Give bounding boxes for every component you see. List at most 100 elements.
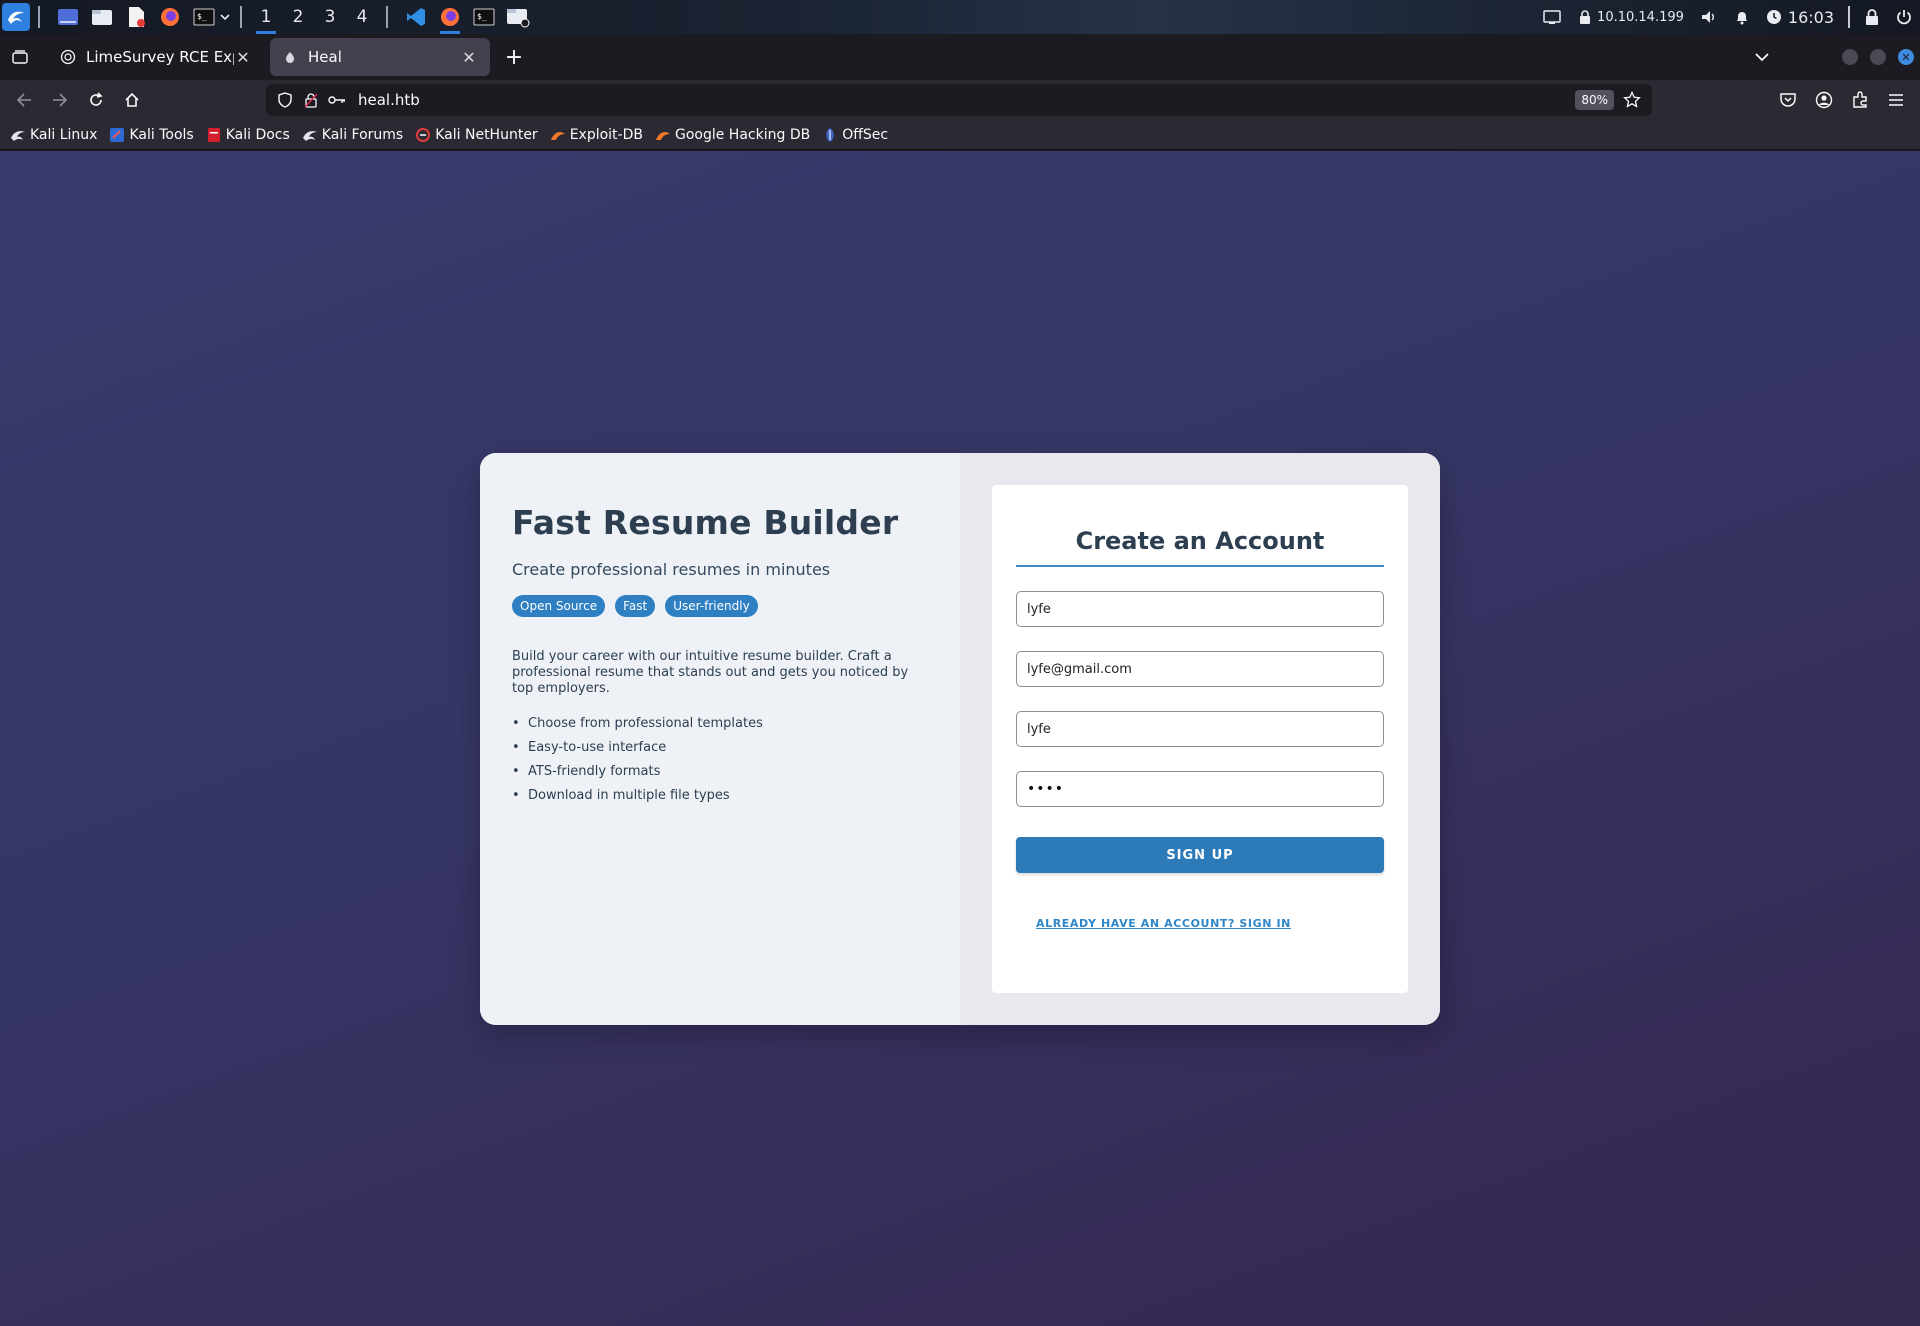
- clock-icon: [1758, 0, 1786, 34]
- list-item: • Easy-to-use interface: [512, 739, 667, 755]
- shield-icon[interactable]: [274, 89, 296, 111]
- svg-text:$_: $_: [197, 12, 207, 21]
- email-input[interactable]: lyfe@gmail.com: [1016, 651, 1384, 687]
- bookmark-kali-nethunter[interactable]: Kali NetHunter: [415, 127, 538, 143]
- bookmark-label: Google Hacking DB: [674, 126, 811, 143]
- signup-card: Fast Resume Builder Create professional …: [480, 453, 1440, 1025]
- kali-dragon-icon: [302, 127, 318, 143]
- terminal-window-icon[interactable]: $_: [470, 3, 498, 31]
- taskbar-separator: [386, 6, 388, 28]
- close-tab-icon[interactable]: ✕: [460, 48, 478, 67]
- clock-time[interactable]: 16:03: [1786, 0, 1842, 34]
- bookmark-kali-linux[interactable]: Kali Linux: [10, 127, 97, 143]
- offsec-icon: [822, 127, 838, 143]
- feature-list: • Choose from professional templates • Eas…: [512, 711, 928, 807]
- vpn-ip-address: 10.10.14.199: [1597, 9, 1684, 25]
- notifications-bell-icon[interactable]: [1726, 0, 1758, 34]
- display-icon[interactable]: [1535, 0, 1569, 34]
- vpn-lock-icon[interactable]: [1569, 0, 1597, 34]
- exploit-db-icon: [550, 127, 566, 143]
- browser-navigation-bar: heal.htb 80%: [0, 80, 1920, 120]
- new-tab-button[interactable]: +: [498, 41, 530, 73]
- fullname-input[interactable]: lyfe: [1016, 591, 1384, 627]
- url-text[interactable]: heal.htb: [358, 91, 420, 109]
- lock-screen-icon[interactable]: [1856, 0, 1888, 34]
- hamburger-menu-icon[interactable]: [1878, 82, 1914, 118]
- tab-title: LimeSurvey RCE Exploit: [86, 48, 234, 66]
- kali-menu-icon[interactable]: [2, 3, 30, 31]
- account-icon[interactable]: [1806, 82, 1842, 118]
- list-all-tabs-icon[interactable]: [1742, 34, 1782, 80]
- tab-heal[interactable]: Heal ✕: [270, 38, 490, 76]
- maximize-window-button[interactable]: [1870, 49, 1886, 65]
- feature-text: Easy-to-use interface: [528, 739, 667, 755]
- browser-tab-strip: LimeSurvey RCE Exploit ✕ Heal ✕ + ✕: [0, 34, 1920, 80]
- back-button[interactable]: [6, 84, 42, 116]
- feature-tags: Open Source Fast User-friendly: [512, 595, 928, 617]
- signup-form: Create an Account lyfe lyfe@gmail.com ly…: [992, 485, 1408, 993]
- hero-panel: Fast Resume Builder Create professional …: [480, 453, 960, 1025]
- hero-title: Fast Resume Builder: [512, 503, 899, 542]
- feature-text: ATS-friendly formats: [528, 763, 661, 779]
- taskbar-separator: [38, 6, 40, 28]
- minimize-window-button[interactable]: [1842, 49, 1858, 65]
- desktop-taskbar: $_ 1 2 3 4 $_ 10.10.14.199 16:03: [0, 0, 1920, 34]
- extensions-icon[interactable]: [1842, 82, 1878, 118]
- password-input[interactable]: ••••: [1016, 771, 1384, 807]
- tag-fast: Fast: [615, 595, 656, 617]
- bookmark-label: Kali Forums: [321, 126, 404, 143]
- kali-dragon-icon: [10, 127, 26, 143]
- terminal-launcher-icon[interactable]: $_: [190, 3, 218, 31]
- heal-favicon-icon: [282, 49, 298, 65]
- workspace-2[interactable]: 2: [282, 0, 314, 34]
- globe-icon: [60, 49, 76, 65]
- form-title: Create an Account: [1075, 527, 1325, 555]
- file-manager-icon[interactable]: [88, 3, 116, 31]
- tab-title: Heal: [308, 48, 342, 66]
- home-button[interactable]: [114, 84, 150, 116]
- forward-button[interactable]: [42, 84, 78, 116]
- show-desktop-icon[interactable]: [54, 3, 82, 31]
- firefox-launcher-icon[interactable]: [156, 3, 184, 31]
- reload-button[interactable]: [78, 84, 114, 116]
- insecure-lock-icon[interactable]: [300, 89, 322, 111]
- taskbar-separator: [1848, 6, 1850, 28]
- bookmark-label: OffSec: [842, 126, 889, 143]
- file-manager-window-icon[interactable]: [504, 3, 532, 31]
- bookmark-kali-tools[interactable]: Kali Tools: [109, 127, 194, 143]
- bookmark-label: Kali Docs: [225, 126, 290, 143]
- sign-in-link[interactable]: ALREADY HAVE AN ACCOUNT? SIGN IN: [1036, 917, 1384, 930]
- bookmark-exploit-db[interactable]: Exploit-DB: [550, 127, 643, 143]
- list-item: • Choose from professional templates: [512, 715, 763, 731]
- power-icon[interactable]: [1888, 0, 1920, 34]
- hero-intro-text: Build your career with our intuitive res…: [512, 649, 909, 696]
- bookmark-google-hacking-db[interactable]: Google Hacking DB: [655, 127, 810, 143]
- close-tab-icon[interactable]: ✕: [234, 48, 252, 67]
- vscode-icon[interactable]: [402, 3, 430, 31]
- pocket-icon[interactable]: [1770, 82, 1806, 118]
- bookmark-star-icon[interactable]: [1620, 88, 1644, 112]
- zoom-level-badge[interactable]: 80%: [1575, 90, 1614, 110]
- username-input[interactable]: lyfe: [1016, 711, 1384, 747]
- chevron-down-icon[interactable]: [218, 3, 232, 31]
- bookmark-label: Exploit-DB: [569, 126, 643, 143]
- workspace-4[interactable]: 4: [346, 0, 378, 34]
- kali-tools-icon: [109, 127, 125, 143]
- sign-up-button[interactable]: SIGN UP: [1016, 837, 1384, 873]
- workspace-3[interactable]: 3: [314, 0, 346, 34]
- url-bar[interactable]: heal.htb 80%: [266, 84, 1652, 116]
- list-item: • Download in multiple file types: [512, 787, 730, 803]
- firefox-view-icon[interactable]: [0, 34, 40, 80]
- close-window-button[interactable]: ✕: [1898, 49, 1914, 65]
- firefox-window-icon[interactable]: [436, 3, 464, 34]
- key-icon[interactable]: [326, 89, 348, 111]
- bookmarks-toolbar: Kali Linux Kali Tools Kali Docs Kali For…: [0, 120, 1920, 150]
- bookmark-kali-forums[interactable]: Kali Forums: [302, 127, 403, 143]
- kali-docs-icon: [206, 127, 222, 143]
- tab-limesurvey[interactable]: LimeSurvey RCE Exploit ✕: [48, 38, 264, 76]
- volume-icon[interactable]: [1692, 0, 1726, 34]
- text-editor-icon[interactable]: [122, 3, 150, 31]
- bookmark-kali-docs[interactable]: Kali Docs: [206, 127, 290, 143]
- workspace-1[interactable]: 1: [250, 0, 282, 34]
- bookmark-offsec[interactable]: OffSec: [822, 127, 888, 143]
